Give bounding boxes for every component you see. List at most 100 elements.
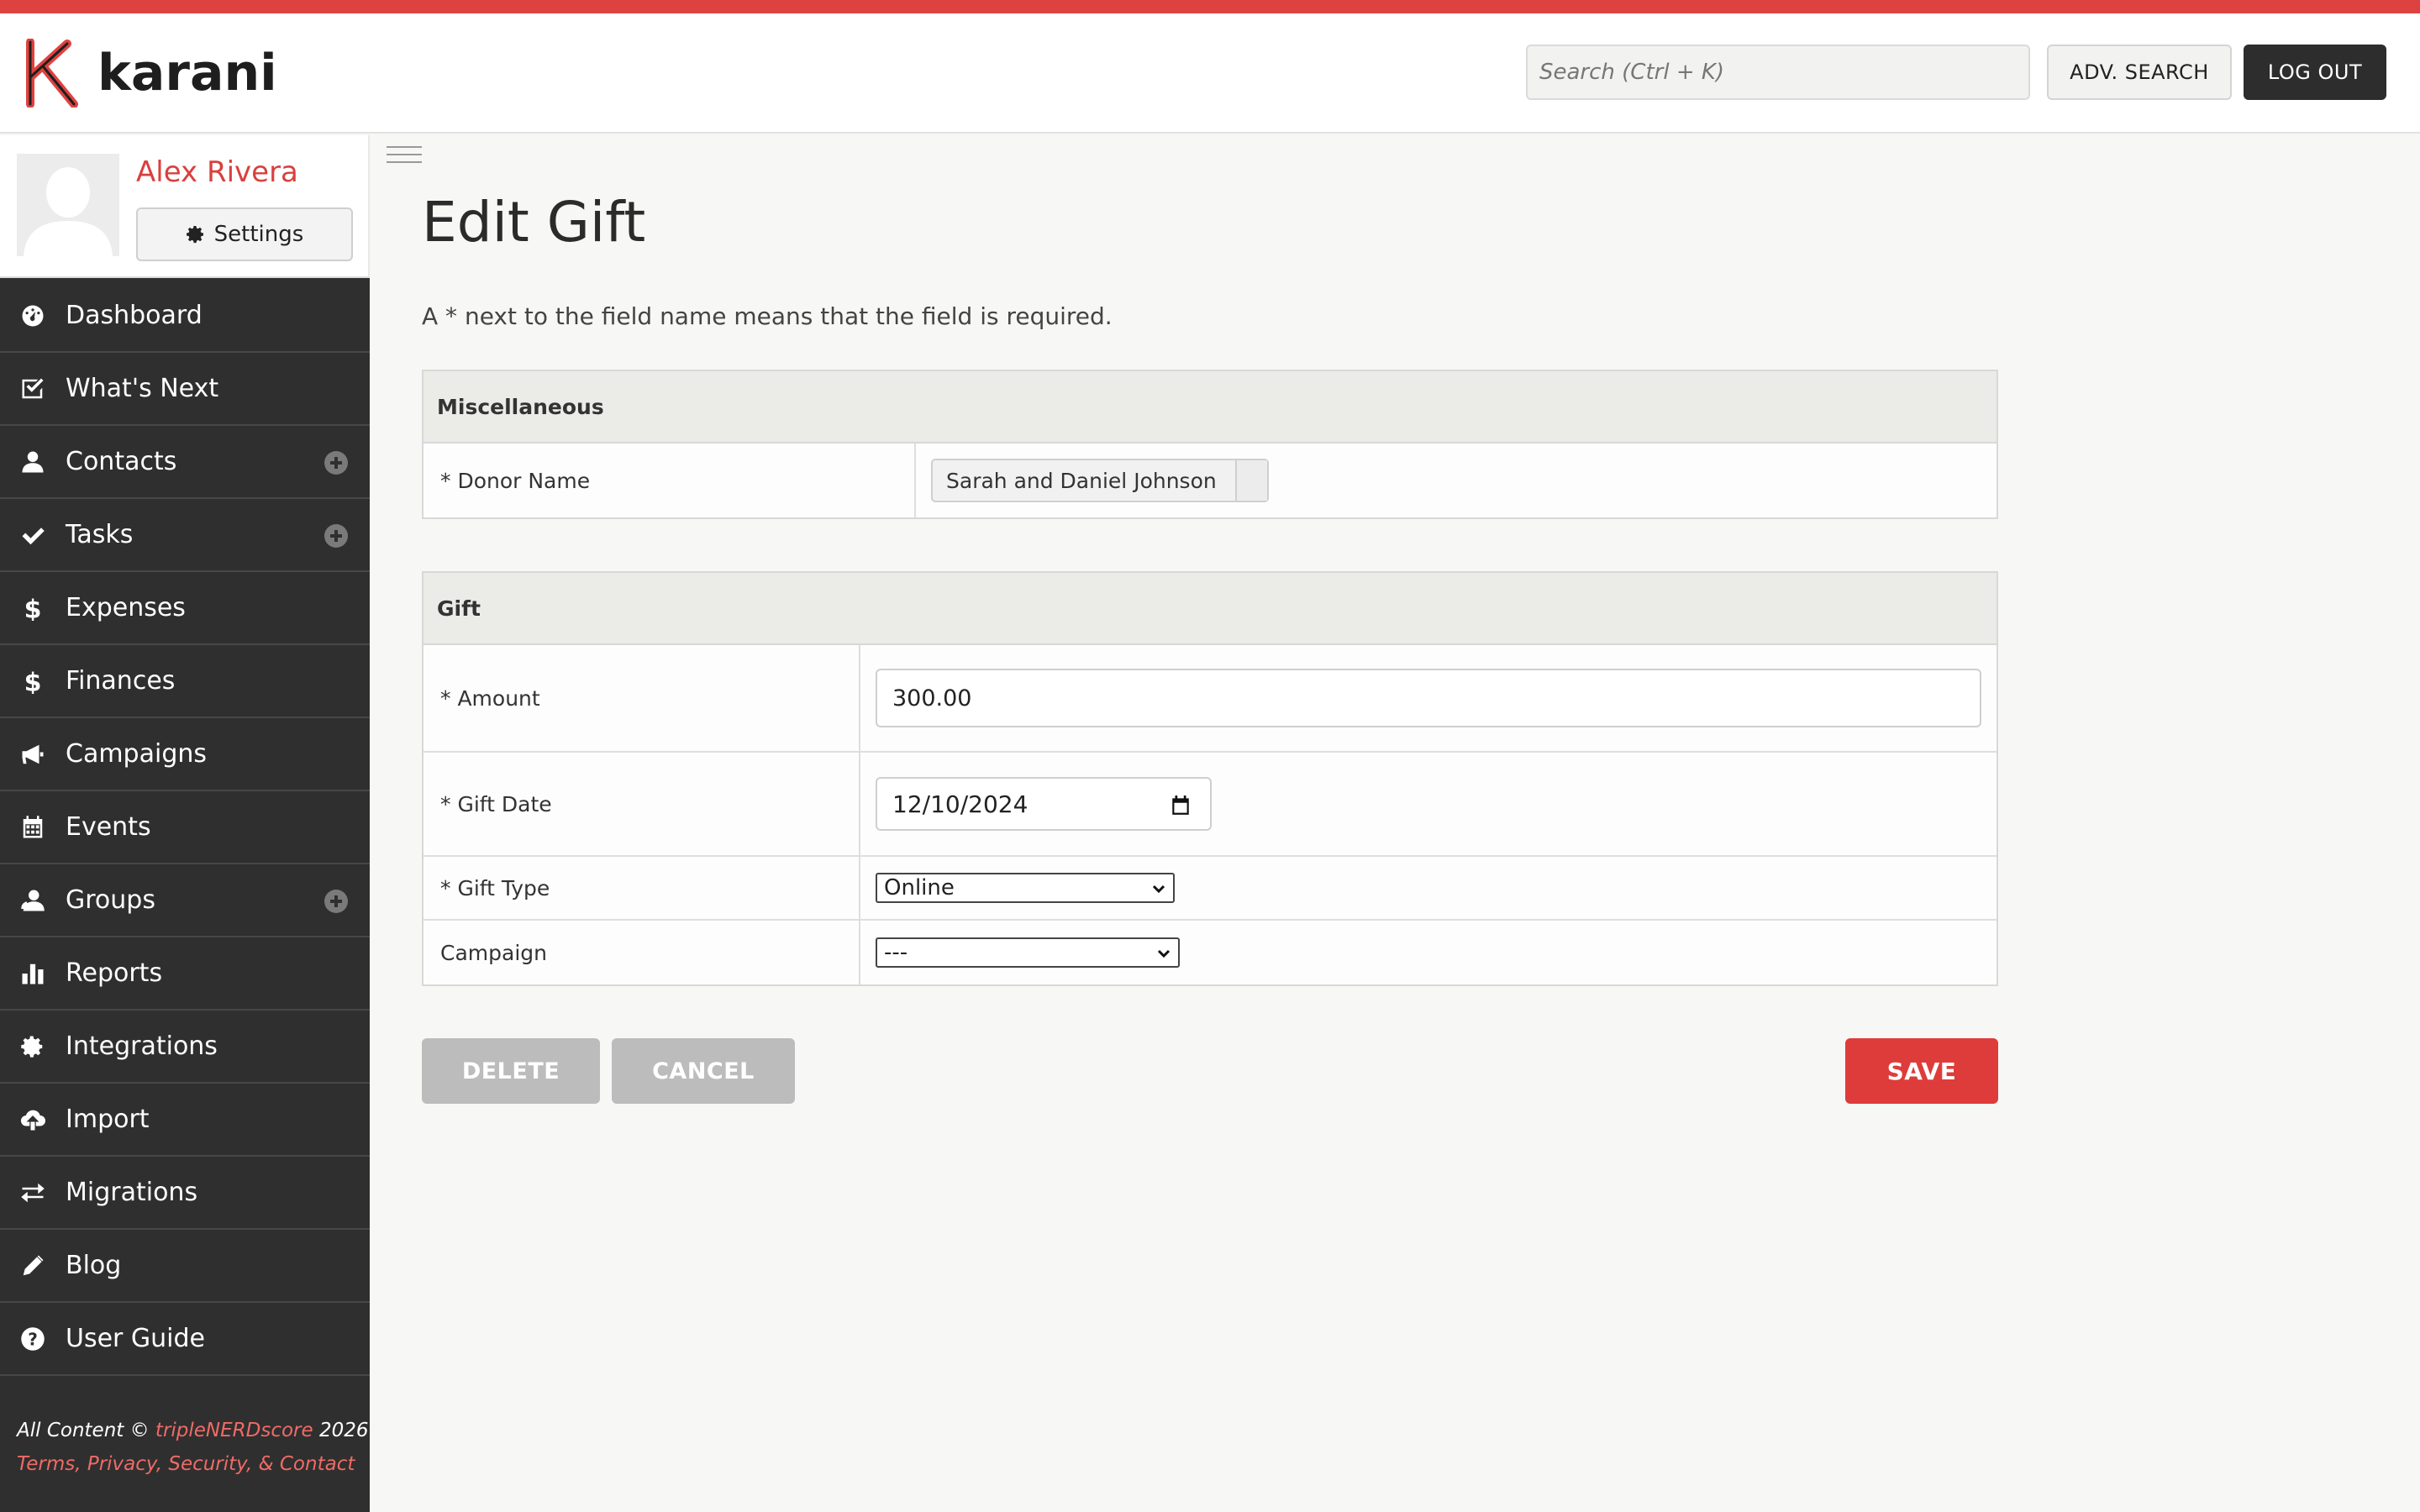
amount-field (860, 645, 1981, 751)
sidebar-item-label: Blog (66, 1251, 122, 1280)
bar-chart-icon (20, 961, 45, 986)
user-icon (20, 449, 45, 475)
sidebar-item-label: Tasks (66, 520, 134, 549)
sidebar-item-label: Expenses (66, 593, 186, 622)
sidebar-item-label: Contacts (66, 447, 177, 476)
amount-label: * Amount (424, 645, 860, 751)
cloud-upload-icon (20, 1107, 45, 1132)
sidebar-item-groups[interactable]: Groups (0, 864, 370, 937)
campaign-row: Campaign --- (424, 921, 1996, 984)
cancel-button[interactable]: CANCEL (612, 1038, 795, 1104)
sidebar-item-whats-next[interactable]: What's Next (0, 353, 370, 426)
donor-name-value: Sarah and Daniel Johnson (946, 468, 1217, 493)
campaign-value: --- (884, 940, 908, 965)
gift-type-value: Online (884, 875, 955, 900)
calendar-picker-icon[interactable] (1170, 795, 1192, 816)
add-group-icon[interactable] (324, 890, 348, 913)
gift-date-value: 12/10/2024 (892, 790, 1028, 818)
add-contact-icon[interactable] (324, 451, 348, 475)
pencil-icon (20, 1253, 45, 1278)
campaign-select[interactable]: --- (876, 937, 1180, 968)
gift-type-row: * Gift Type Online (424, 857, 1996, 921)
sidebar-item-user-guide[interactable]: ? User Guide (0, 1303, 370, 1376)
donor-field: Sarah and Daniel Johnson (916, 444, 1269, 517)
settings-button[interactable]: Settings (136, 207, 353, 261)
sidebar-item-finances[interactable]: $ Finances (0, 645, 370, 718)
logout-button[interactable]: LOG OUT (2244, 45, 2386, 100)
sidebar-toggle-icon[interactable] (387, 146, 422, 166)
gift-date-label: * Gift Date (424, 753, 860, 855)
footer-year: 2026 (313, 1420, 369, 1441)
profile-name[interactable]: Alex Rivera (136, 155, 298, 189)
sidebar-item-campaigns[interactable]: Campaigns (0, 718, 370, 791)
gift-panel: Gift * Amount * Gift Date 12/10/2024 * G… (422, 571, 1998, 986)
save-button[interactable]: SAVE (1845, 1038, 1998, 1104)
avatar-silhouette-icon (17, 154, 119, 256)
dashboard-icon (20, 303, 45, 328)
dollar-icon: $ (20, 669, 45, 694)
gear-icon (186, 226, 203, 244)
dollar-icon: $ (20, 596, 45, 621)
sidebar-item-label: Groups (66, 885, 155, 915)
sidebar-item-label: User Guide (66, 1324, 206, 1353)
gift-date-input[interactable]: 12/10/2024 (876, 777, 1212, 831)
sidebar-item-label: Migrations (66, 1178, 198, 1207)
adv-search-button[interactable]: ADV. SEARCH (2047, 45, 2232, 100)
footer-copyright: All Content © (17, 1420, 155, 1441)
gift-panel-heading: Gift (424, 573, 1996, 645)
search-input[interactable] (1526, 45, 2030, 100)
avatar (17, 154, 119, 256)
sidebar-item-label: Campaigns (66, 739, 208, 769)
gift-type-select[interactable]: Online (876, 873, 1175, 903)
donor-row: * Donor Name Sarah and Daniel Johnson (424, 444, 1996, 517)
megaphone-icon (20, 742, 45, 767)
sidebar-item-label: Dashboard (66, 301, 203, 330)
app-header: karani ADV. SEARCH LOG OUT (0, 13, 2420, 134)
svg-text:$: $ (24, 596, 42, 621)
donor-name-select[interactable]: Sarah and Daniel Johnson (931, 459, 1269, 502)
sidebar-item-label: What's Next (66, 374, 219, 403)
gear-icon (20, 1034, 45, 1059)
donor-select-toggle[interactable] (1235, 460, 1267, 501)
misc-panel-heading: Miscellaneous (424, 371, 1996, 444)
amount-row: * Amount (424, 645, 1996, 753)
sidebar-item-events[interactable]: Events (0, 791, 370, 864)
amount-input[interactable] (876, 669, 1981, 727)
sidebar-item-blog[interactable]: Blog (0, 1230, 370, 1303)
sidebar-nav: Dashboard What's Next Contacts Tasks $ E… (0, 280, 370, 1376)
campaign-field: --- (860, 921, 1180, 984)
sidebar-item-dashboard[interactable]: Dashboard (0, 280, 370, 353)
chevron-down-icon (1152, 885, 1165, 894)
sidebar-item-expenses[interactable]: $ Expenses (0, 572, 370, 645)
check-icon (20, 522, 45, 548)
gift-type-field: Online (860, 857, 1175, 919)
sidebar-item-tasks[interactable]: Tasks (0, 499, 370, 572)
brand-logo[interactable]: karani (25, 39, 277, 108)
exchange-icon (20, 1180, 45, 1205)
add-task-icon[interactable] (324, 524, 348, 548)
sidebar-item-label: Events (66, 812, 151, 842)
footer-legal-links[interactable]: Terms, Privacy, Security, & Contact (17, 1447, 369, 1481)
sidebar-item-integrations[interactable]: Integrations (0, 1011, 370, 1084)
footer-company-link[interactable]: tripleNERDscore (155, 1420, 313, 1441)
brand-name: karani (97, 44, 277, 102)
gift-date-field: 12/10/2024 (860, 753, 1212, 855)
sidebar-item-label: Import (66, 1105, 150, 1134)
sidebar-item-import[interactable]: Import (0, 1084, 370, 1157)
sidebar-item-reports[interactable]: Reports (0, 937, 370, 1011)
misc-panel: Miscellaneous * Donor Name Sarah and Dan… (422, 370, 1998, 519)
gift-type-label: * Gift Type (424, 857, 860, 919)
page-title: Edit Gift (422, 190, 646, 255)
profile-card: Alex Rivera Settings (0, 135, 370, 278)
sidebar: Alex Rivera Settings Dashboard What's Ne… (0, 135, 370, 1512)
donor-name-label: * Donor Name (424, 444, 916, 517)
top-accent-stripe (0, 0, 2420, 13)
sidebar-item-migrations[interactable]: Migrations (0, 1157, 370, 1230)
sidebar-item-label: Integrations (66, 1032, 218, 1061)
campaign-label: Campaign (424, 921, 860, 984)
gift-date-row: * Gift Date 12/10/2024 (424, 753, 1996, 857)
sidebar-item-contacts[interactable]: Contacts (0, 426, 370, 499)
svg-text:$: $ (24, 669, 42, 694)
delete-button[interactable]: DELETE (422, 1038, 600, 1104)
sidebar-item-label: Reports (66, 958, 163, 988)
